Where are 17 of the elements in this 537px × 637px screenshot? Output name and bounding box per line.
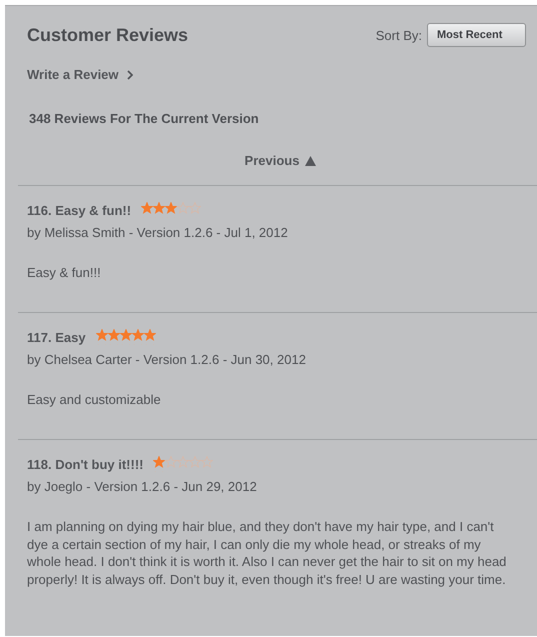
review-byline: by Chelsea Carter - Version 1.2.6 - Jun 30, 2012 — [27, 352, 307, 367]
review-text: Easy and customizable — [27, 391, 162, 408]
write-review-link[interactable]: Write a Review — [27, 67, 119, 82]
review-byline: by Melissa Smith - Version 1.2.6 - Jul 1, 2012 — [27, 225, 289, 240]
chevron-right-icon — [126, 70, 133, 80]
review-text: Easy & fun!!! — [27, 264, 102, 282]
review-count: 348 Reviews For The Current Version — [29, 111, 260, 126]
sort-label: Sort By: — [376, 28, 422, 42]
review-text: I am planning on dying my hair blue, and they don't have my hair type, and I can't dye a certain section of my hair, I can only die my whole head, or streaks of my whole head. I don't think it is worth it. Also I can never get the hair to sit on my head properly! It is always off. Don't buy it, even though it's free! U are wasting your time. — [27, 518, 508, 588]
review-byline: by Joeglo - Version 1.2.6 - Jun 29, 2012 — [27, 479, 258, 494]
sort-dropdown[interactable]: Most Recent — [427, 23, 526, 47]
triangle-up-icon — [305, 156, 316, 166]
review-title: 116. Easy & fun!! — [27, 203, 132, 218]
review-title: 117. Easy — [27, 330, 86, 345]
review-title: 118. Don't buy it!!!! — [27, 457, 144, 472]
section-title: Customer Reviews — [27, 24, 188, 46]
previous-link[interactable]: Previous — [244, 153, 300, 168]
